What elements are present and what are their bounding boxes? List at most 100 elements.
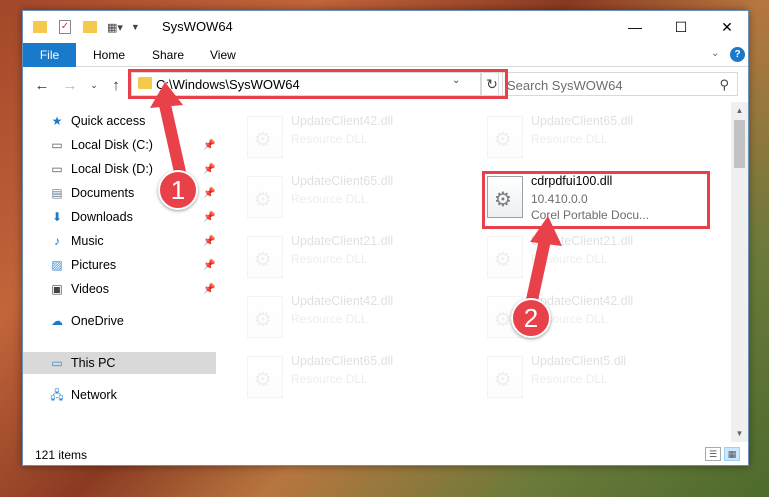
sidebar-item-onedrive[interactable]: ☁ OneDrive [23, 310, 216, 332]
properties-icon[interactable]: ✓ [59, 20, 71, 34]
file-name: UpdateClient21.dll [531, 234, 634, 248]
tab-home[interactable]: Home [93, 43, 125, 67]
file-type: Resource DLL [291, 312, 368, 326]
file-name: UpdateClient21.dll [291, 234, 394, 248]
maximize-button[interactable]: ☐ [658, 11, 704, 43]
music-icon: ♪ [54, 234, 60, 248]
file-item[interactable]: UpdateClient42.dll Resource DLL [243, 108, 473, 164]
address-highlight [128, 69, 508, 99]
sidebar-item-downloads[interactable]: ⬇ Downloads 📌 [23, 206, 216, 228]
folder-icon[interactable] [33, 21, 47, 33]
computer-icon: ▭ [51, 356, 63, 370]
file-name: UpdateClient65.dll [291, 174, 394, 188]
file-type: Resource DLL [531, 132, 608, 146]
search-icon: ⚲ [719, 77, 729, 92]
chevron-down-icon[interactable]: ▼ [131, 22, 140, 32]
file-name: UpdateClient5.dll [531, 354, 627, 368]
tiles-view-icon[interactable]: ▦ [724, 447, 740, 461]
status-bar: 121 items ☰ ▦ [23, 444, 748, 466]
sidebar-item-music[interactable]: ♪ Music 📌 [23, 230, 216, 252]
drive-icon: ▭ [51, 138, 63, 152]
file-name: UpdateClient42.dll [291, 294, 394, 308]
vertical-scrollbar[interactable]: ▲ ▼ [731, 102, 748, 442]
drive-icon: ▭ [51, 162, 63, 176]
sidebar-item-label: Documents [71, 186, 135, 200]
sidebar-item-label: Quick access [71, 114, 146, 128]
window-title: SysWOW64 [162, 19, 233, 34]
dll-file-icon [247, 116, 283, 158]
search-box[interactable]: Search SysWOW64 ⚲ [498, 72, 738, 96]
file-item[interactable]: UpdateClient21.dll Resource DLL [243, 228, 473, 284]
file-type: Resource DLL [531, 252, 608, 266]
recent-locations-icon[interactable]: ⌄ [87, 76, 101, 94]
file-list: UpdateClient42.dll Resource DLL UpdateCl… [233, 102, 733, 442]
search-input[interactable]: Search SysWOW64 [507, 78, 623, 93]
file-type: Resource DLL [291, 192, 368, 206]
close-button[interactable]: ✕ [704, 11, 750, 43]
file-name: UpdateClient42.dll [291, 114, 394, 128]
file-type: Resource DLL [291, 132, 368, 146]
sidebar-item-label: Local Disk (D:) [71, 162, 153, 176]
documents-icon: ▤ [51, 186, 63, 200]
file-name: UpdateClient65.dll [531, 114, 634, 128]
tab-file[interactable]: File [23, 43, 76, 67]
pin-icon: 📌 [203, 283, 216, 295]
view-switcher: ☰ ▦ [705, 447, 740, 461]
videos-icon: ▣ [51, 282, 63, 296]
navigation-bar: ← → ⌄ ↑ C:\Windows\SysWOW64 ⌄ ↻ Search S… [23, 68, 748, 102]
file-item[interactable]: UpdateClient65.dll Resource DLL [243, 348, 473, 404]
pin-icon: 📌 [203, 139, 216, 151]
dll-file-icon [487, 356, 523, 398]
back-arrow-icon[interactable]: ← [33, 76, 51, 94]
pin-icon: 📌 [203, 187, 216, 199]
file-item[interactable]: UpdateClient21.dll Resource DLL [483, 228, 713, 284]
sidebar-item-quick-access[interactable]: ★ Quick access [23, 110, 216, 132]
file-item[interactable]: UpdateClient65.dll Resource DLL [483, 108, 713, 164]
dll-file-icon [247, 176, 283, 218]
sidebar-item-local-disk-c[interactable]: ▭ Local Disk (C:) 📌 [23, 134, 216, 156]
scroll-up-icon[interactable]: ▲ [731, 102, 748, 119]
dll-file-icon [487, 116, 523, 158]
scrollbar-thumb[interactable] [734, 120, 745, 168]
file-item[interactable]: UpdateClient65.dll Resource DLL [243, 168, 473, 224]
help-icon[interactable]: ? [730, 47, 745, 62]
file-highlight [482, 171, 710, 229]
explorer-window: ✓ ▦▾ ▼ SysWOW64 — ☐ ✕ File Home Share Vi… [22, 10, 749, 466]
pictures-icon: ▨ [51, 258, 63, 272]
scroll-down-icon[interactable]: ▼ [731, 425, 748, 442]
tab-share[interactable]: Share [152, 43, 184, 67]
pin-icon: 📌 [203, 211, 216, 223]
sidebar-item-this-pc[interactable]: ▭ This PC [23, 352, 216, 374]
up-arrow-icon[interactable]: ↑ [107, 76, 125, 94]
network-icon: 🖧 [50, 388, 64, 402]
pin-icon: 📌 [203, 163, 216, 175]
sidebar-item-label: Network [71, 388, 117, 402]
sidebar-item-label: Local Disk (C:) [71, 138, 153, 152]
quick-access-toolbar: ✓ ▦▾ ▼ [33, 18, 140, 36]
customize-toolbar-icon[interactable]: ▦▾ [107, 21, 123, 34]
sidebar-item-videos[interactable]: ▣ Videos 📌 [23, 278, 216, 300]
title-bar: ✓ ▦▾ ▼ SysWOW64 — ☐ ✕ [23, 11, 748, 43]
sidebar-item-label: OneDrive [71, 314, 124, 328]
details-view-icon[interactable]: ☰ [705, 447, 721, 461]
sidebar-item-network[interactable]: 🖧 Network [23, 384, 216, 406]
step-badge-1: 1 [158, 170, 198, 210]
sidebar-item-label: Downloads [71, 210, 133, 224]
file-type: Resource DLL [291, 252, 368, 266]
file-name: UpdateClient65.dll [291, 354, 394, 368]
forward-arrow-icon[interactable]: → [61, 76, 79, 94]
expand-ribbon-icon[interactable]: ⌄ [711, 48, 719, 59]
file-item[interactable]: UpdateClient42.dll Resource DLL [243, 288, 473, 344]
file-type: Resource DLL [531, 372, 608, 386]
sidebar-item-pictures[interactable]: ▨ Pictures 📌 [23, 254, 216, 276]
cloud-icon: ☁ [51, 314, 63, 328]
tab-view[interactable]: View [210, 43, 236, 67]
new-folder-icon[interactable] [83, 21, 97, 33]
ribbon-tabs: File Home Share View ⌄ ? [23, 43, 748, 67]
star-icon: ★ [51, 114, 63, 128]
file-item[interactable]: UpdateClient5.dll Resource DLL [483, 348, 713, 404]
sidebar-item-label: Pictures [71, 258, 117, 272]
dll-file-icon [247, 296, 283, 338]
minimize-button[interactable]: — [612, 11, 658, 43]
sidebar-item-label: This PC [71, 356, 116, 370]
